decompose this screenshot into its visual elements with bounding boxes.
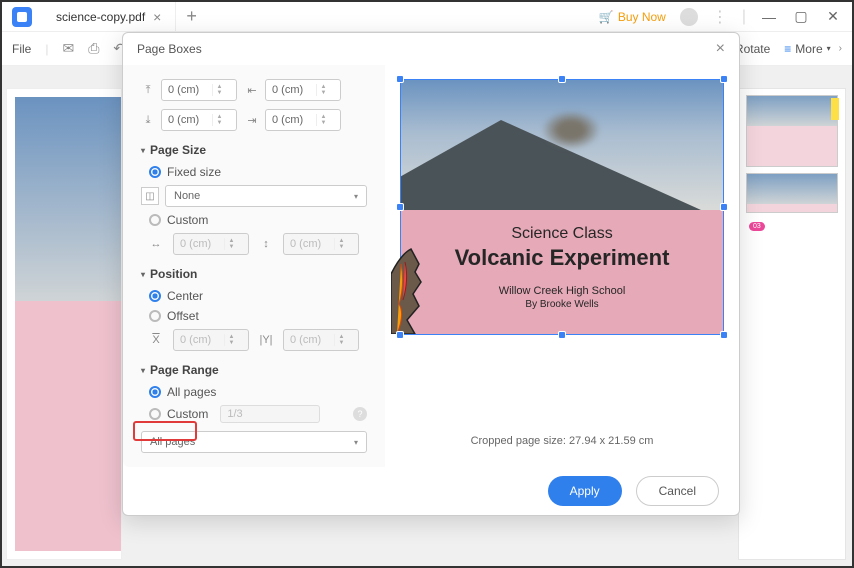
page-thumbnail-sidebar: 03 (738, 88, 846, 560)
margin-right-icon: ⇥ (245, 113, 259, 127)
orientation-icon[interactable]: ◫ (141, 187, 159, 205)
fixed-size-radio[interactable]: Fixed size (149, 165, 367, 179)
dialog-right-panel: Science Class Volcanic Experiment Willow… (385, 65, 739, 467)
margin-left-input[interactable]: ▲▼ (265, 79, 341, 101)
width-icon: ↔ (149, 237, 163, 251)
dialog-header: Page Boxes × (123, 33, 739, 65)
user-avatar[interactable] (680, 8, 698, 26)
chevron-down-icon: ▾ (354, 192, 358, 201)
crop-handle-s[interactable] (558, 331, 566, 339)
radio-icon (149, 408, 161, 420)
margin-right-input[interactable]: ▲▼ (265, 109, 341, 131)
thumb-page-number: 03 (749, 222, 765, 231)
page-preset-select[interactable]: None ▾ (165, 185, 367, 207)
custom-size-radio[interactable]: Custom (149, 213, 367, 227)
offset-y-input: ▲▼ (283, 329, 359, 351)
crop-handle-se[interactable] (720, 331, 728, 339)
dialog-close-icon[interactable]: × (716, 40, 725, 58)
chevron-down-icon: ▾ (354, 438, 358, 447)
window-maximize-icon[interactable]: ▢ (792, 8, 810, 25)
preview-author: By Brooke Wells (401, 299, 723, 310)
file-menu[interactable]: File (12, 42, 31, 56)
offset-radio[interactable]: Offset (149, 309, 367, 323)
crop-size-label: Cropped page size: 27.94 x 21.59 cm (399, 435, 725, 447)
window-minimize-icon[interactable]: — (760, 9, 778, 25)
page-boxes-dialog: Page Boxes × ⤒ ▲▼ ⇤ ▲▼ ⤓ ▲▼ (122, 32, 740, 516)
crop-handle-sw[interactable] (396, 331, 404, 339)
tab-add-icon[interactable]: + (176, 6, 207, 27)
custom-range-radio[interactable]: Custom ? (149, 405, 367, 423)
crop-handle-nw[interactable] (396, 75, 404, 83)
custom-range-input (220, 405, 320, 423)
margin-bottom-input[interactable]: ▲▼ (161, 109, 237, 131)
offset-x-input: ▲▼ (173, 329, 249, 351)
crop-handle-e[interactable] (720, 203, 728, 211)
document-main-peek (6, 88, 122, 560)
crop-handle-n[interactable] (558, 75, 566, 83)
tab-title: science-copy.pdf (56, 10, 145, 24)
rotate-menu[interactable]: Rotate (735, 42, 770, 56)
custom-width-input: ▲▼ (173, 233, 249, 255)
crop-handle-w[interactable] (396, 203, 404, 211)
preview-subtitle: Science Class (401, 225, 723, 243)
preview-title: Volcanic Experiment (401, 245, 723, 271)
dialog-title: Page Boxes (137, 42, 202, 56)
titlebar: science-copy.pdf × + 🛒 Buy Now ⋮ | — ▢ ✕ (2, 2, 852, 32)
apply-button[interactable]: Apply (548, 476, 622, 506)
app-icon (12, 7, 32, 27)
preview-school: Willow Creek High School (401, 285, 723, 297)
radio-icon (149, 290, 161, 302)
more-menu[interactable]: ≡ More ▾ › (784, 42, 842, 56)
print-icon[interactable]: ⎙ (88, 40, 99, 57)
buy-now-link[interactable]: 🛒 Buy Now (599, 10, 666, 24)
x-icon: X (149, 333, 163, 347)
radio-icon (149, 214, 161, 226)
tab-close-icon[interactable]: × (153, 9, 161, 25)
margin-top-icon: ⤒ (141, 83, 155, 97)
window-close-icon[interactable]: ✕ (824, 8, 842, 25)
y-icon: |Y| (259, 333, 273, 347)
all-pages-radio[interactable]: All pages (149, 385, 367, 399)
document-tab[interactable]: science-copy.pdf × (42, 2, 176, 31)
margin-left-icon: ⇤ (245, 83, 259, 97)
cart-icon: 🛒 (599, 10, 614, 24)
radio-icon (149, 166, 161, 178)
margin-bottom-icon: ⤓ (141, 113, 155, 127)
custom-height-input: ▲▼ (283, 233, 359, 255)
center-radio[interactable]: Center (149, 289, 367, 303)
radio-icon (149, 310, 161, 322)
position-heading[interactable]: Position (141, 267, 367, 281)
cancel-button[interactable]: Cancel (636, 476, 719, 506)
height-icon: ↕ (259, 237, 273, 251)
help-icon[interactable]: ? (353, 407, 367, 421)
thumb-bookmark-icon (831, 98, 839, 120)
page-thumbnail[interactable]: 03 (746, 173, 838, 213)
crop-preview[interactable]: Science Class Volcanic Experiment Willow… (400, 79, 724, 335)
radio-icon (149, 386, 161, 398)
dialog-left-panel: ⤒ ▲▼ ⇤ ▲▼ ⤓ ▲▼ ⇥ ▲▼ Page Size (123, 65, 385, 467)
page-range-heading[interactable]: Page Range (141, 363, 367, 377)
mail-icon[interactable]: ✉ (62, 40, 74, 57)
crop-handle-ne[interactable] (720, 75, 728, 83)
page-thumbnail[interactable] (746, 95, 838, 167)
margin-top-input[interactable]: ▲▼ (161, 79, 237, 101)
page-size-heading[interactable]: Page Size (141, 143, 367, 157)
apply-to-select[interactable]: All pages ▾ (141, 431, 367, 453)
